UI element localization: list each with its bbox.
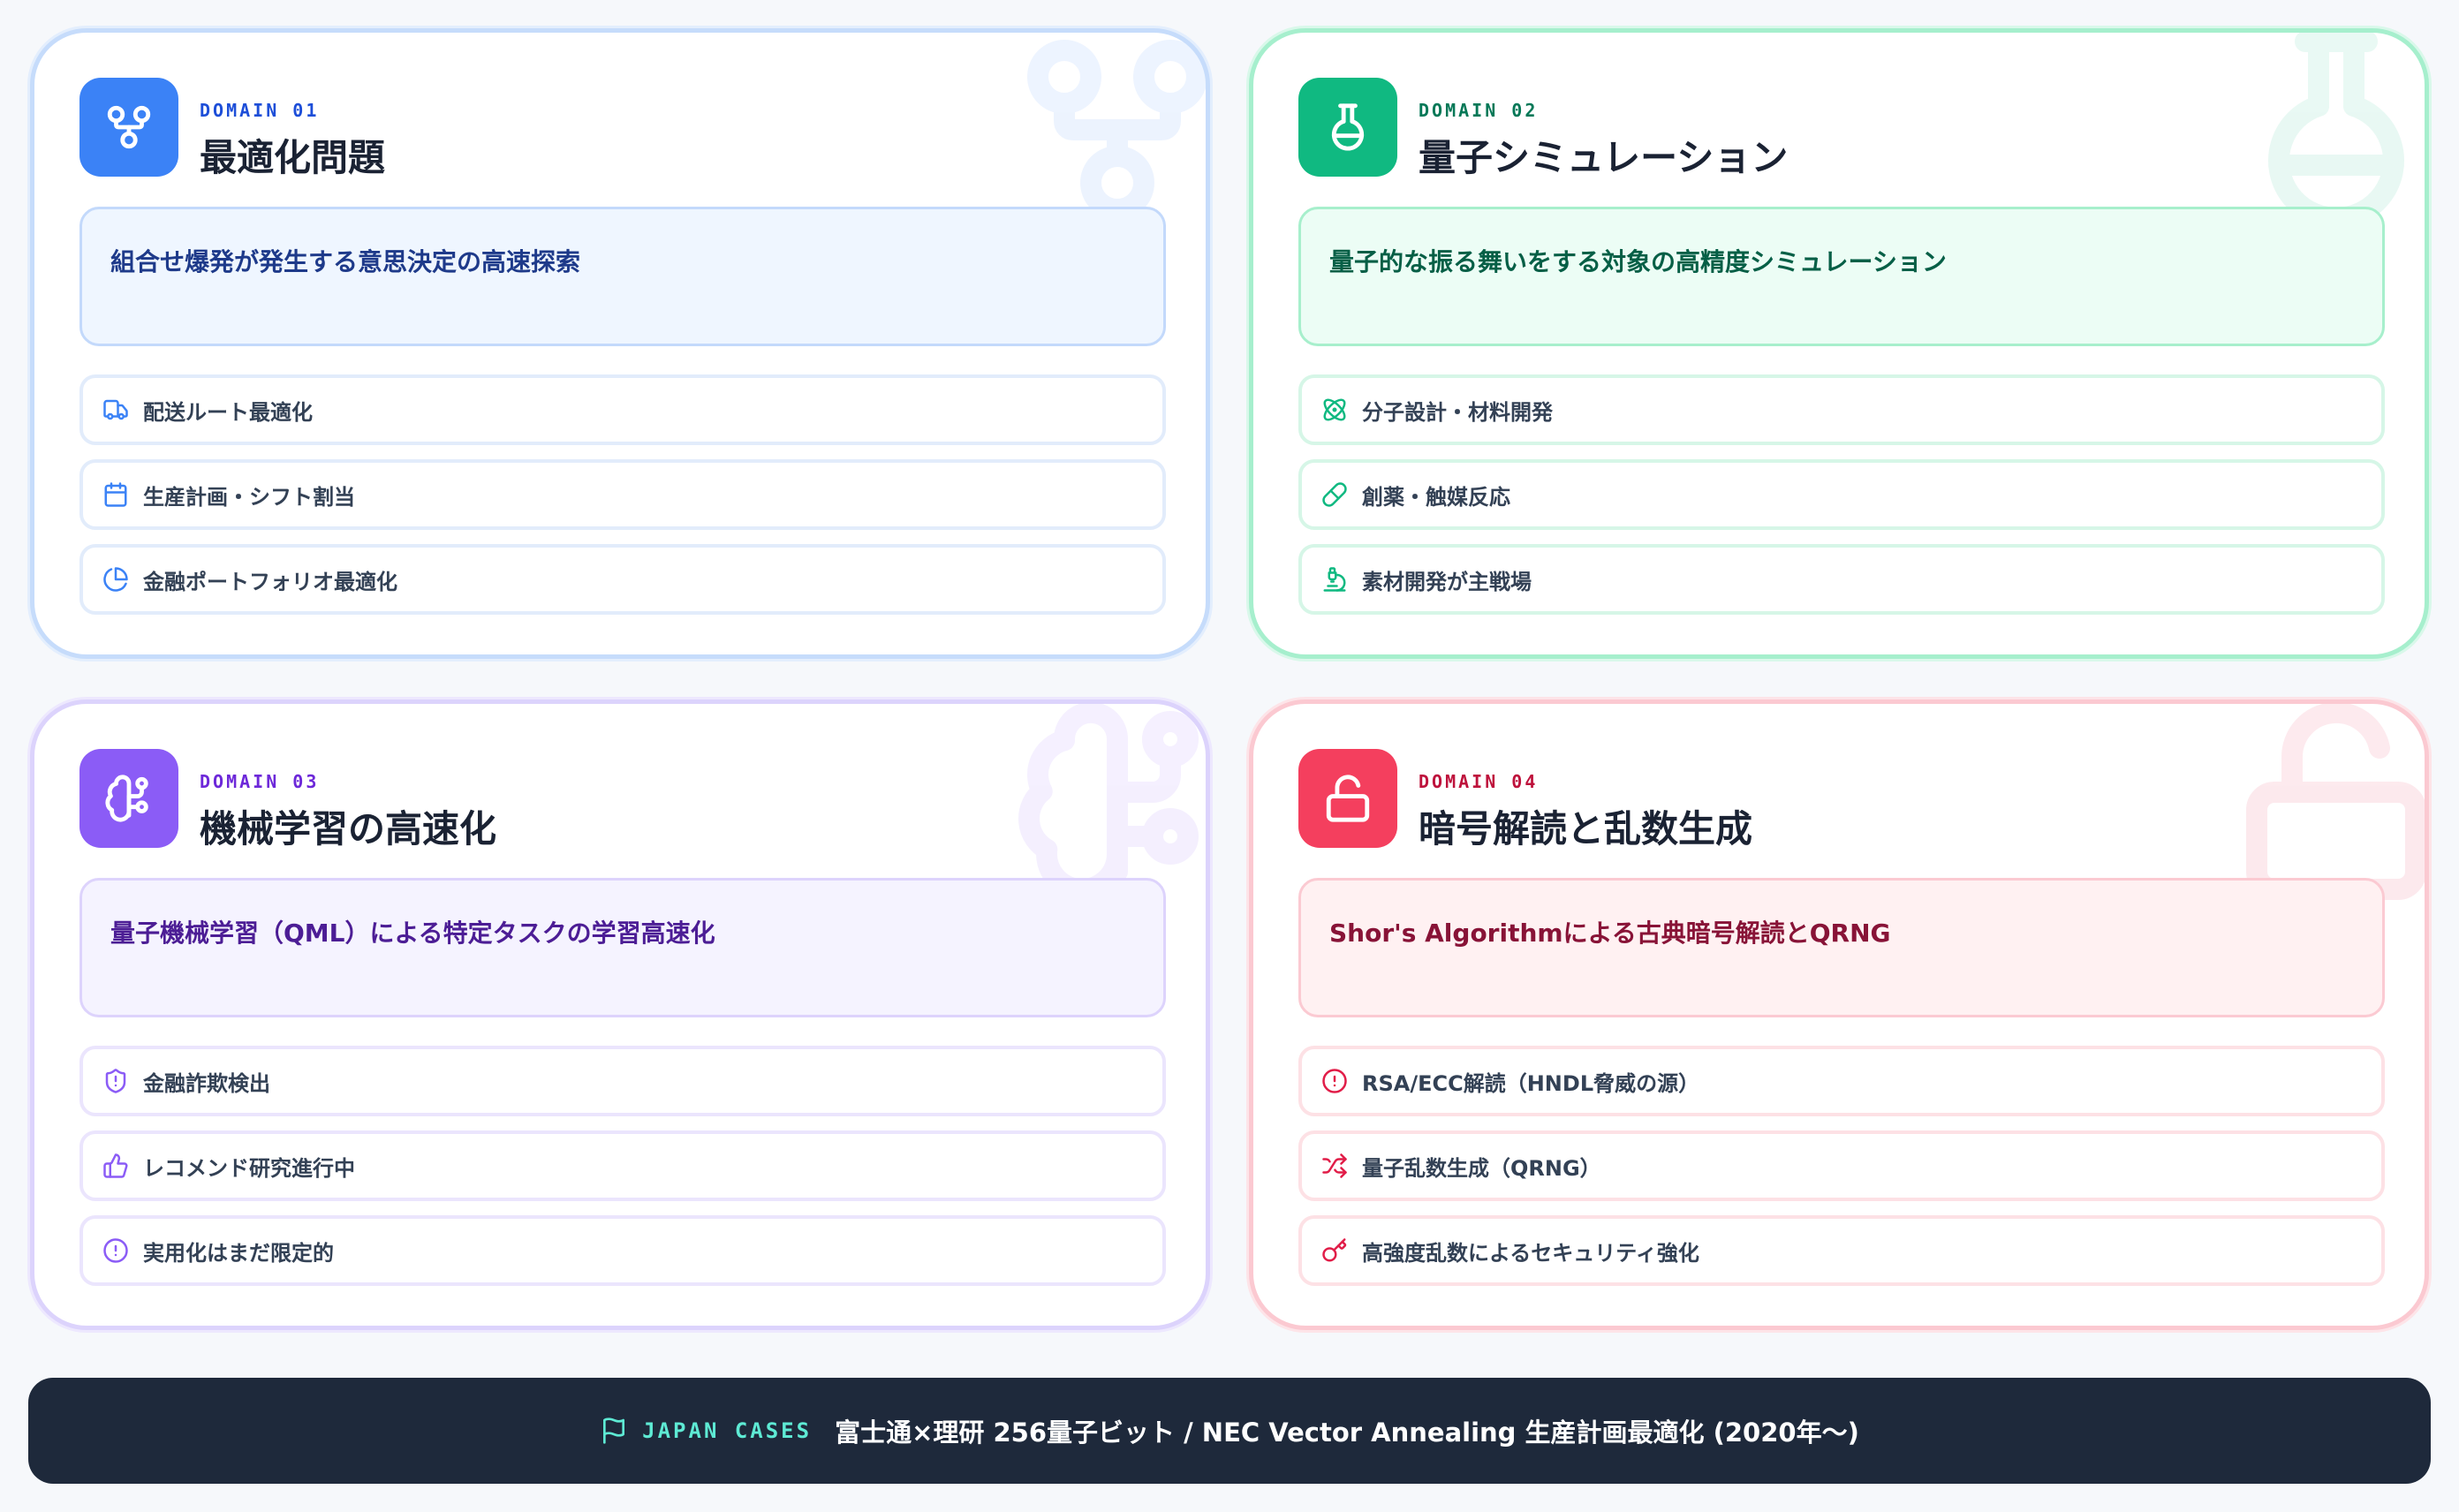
pie-chart-icon	[102, 566, 129, 593]
brain-icon	[1011, 704, 1206, 907]
list-item-label: 高強度乱数によるセキュリティ強化	[1362, 1240, 1699, 1266]
list-item: 金融詐欺検出	[79, 1046, 1166, 1116]
domain-title: 最適化問題	[200, 136, 386, 179]
calendar-icon	[102, 481, 129, 508]
list-item: 高強度乱数によるセキュリティ強化	[1298, 1215, 2385, 1286]
flask-icon	[1298, 78, 1397, 177]
domain-card-machine-learning: DOMAIN 03 機械学習の高速化 量子機械学習（QML）による特定タスクの学…	[30, 699, 1210, 1330]
domain-description: 量子的な振る舞いをする対象の高精度シミュレーション	[1298, 207, 2385, 346]
domain-card-optimization: DOMAIN 01 最適化問題 組合せ爆発が発生する意思決定の高速探索 配送ルー…	[30, 28, 1210, 659]
domain-title: 量子シミュレーション	[1419, 136, 1789, 179]
list-item: 素材開発が主戦場	[1298, 544, 2385, 615]
list-item-label: 素材開発が主戦場	[1362, 569, 1532, 594]
lock-open-icon	[2230, 704, 2425, 907]
truck-icon	[102, 397, 129, 423]
domain-card-cryptography: DOMAIN 04 暗号解読と乱数生成 Shor's Algorithmによる古…	[1249, 699, 2429, 1330]
flask-icon	[2230, 33, 2425, 236]
list-item-label: 生産計画・シフト割当	[143, 484, 355, 510]
thumbs-up-icon	[102, 1153, 129, 1179]
japan-cases-banner: JAPAN CASES 富士通×理研 256量子ビット / NEC Vector…	[28, 1378, 2431, 1484]
lock-open-icon	[1298, 749, 1397, 848]
list-item-label: 金融ポートフォリオ最適化	[143, 569, 397, 594]
domain-description: 組合せ爆発が発生する意思決定の高速探索	[79, 207, 1166, 346]
pill-icon	[1321, 481, 1348, 508]
domain-label: DOMAIN 03	[200, 771, 320, 792]
list-item-label: RSA/ECC解読（HNDL脅威の源）	[1362, 1070, 1700, 1096]
brain-icon	[79, 749, 178, 848]
microscope-icon	[1321, 566, 1348, 593]
list-item: 金融ポートフォリオ最適化	[79, 544, 1166, 615]
git-fork-icon	[79, 78, 178, 177]
shield-alert-icon	[102, 1068, 129, 1094]
domain-label: DOMAIN 04	[1419, 771, 1539, 792]
alert-circle-icon	[1321, 1068, 1348, 1094]
footer-text: 富士通×理研 256量子ビット / NEC Vector Annealing 生…	[835, 1418, 1859, 1448]
domain-card-quantum-simulation: DOMAIN 02 量子シミュレーション 量子的な振る舞いをする対象の高精度シミ…	[1249, 28, 2429, 659]
list-item: 創薬・触媒反応	[1298, 459, 2385, 530]
flag-icon	[600, 1417, 628, 1445]
list-item-label: 創薬・触媒反応	[1362, 484, 1510, 510]
footer-label: JAPAN CASES	[642, 1418, 813, 1443]
git-fork-icon	[1011, 33, 1206, 236]
list-item: 配送ルート最適化	[79, 374, 1166, 445]
key-icon	[1321, 1237, 1348, 1264]
list-item: 量子乱数生成（QRNG）	[1298, 1130, 2385, 1201]
list-item: RSA/ECC解読（HNDL脅威の源）	[1298, 1046, 2385, 1116]
atom-icon	[1321, 397, 1348, 423]
list-item: 分子設計・材料開発	[1298, 374, 2385, 445]
domain-description: Shor's Algorithmによる古典暗号解読とQRNG	[1298, 878, 2385, 1017]
list-item: 生産計画・シフト割当	[79, 459, 1166, 530]
alert-circle-icon	[102, 1237, 129, 1264]
domain-title: 暗号解読と乱数生成	[1419, 807, 1753, 850]
domain-label: DOMAIN 01	[200, 100, 320, 121]
list-item-label: 配送ルート最適化	[143, 399, 313, 425]
domain-label: DOMAIN 02	[1419, 100, 1539, 121]
list-item: 実用化はまだ限定的	[79, 1215, 1166, 1286]
list-item: レコメンド研究進行中	[79, 1130, 1166, 1201]
list-item-label: レコメンド研究進行中	[143, 1155, 355, 1181]
list-item-label: 金融詐欺検出	[143, 1070, 270, 1096]
shuffle-icon	[1321, 1153, 1348, 1179]
list-item-label: 量子乱数生成（QRNG）	[1362, 1155, 1601, 1181]
list-item-label: 分子設計・材料開発	[1362, 399, 1553, 425]
domain-title: 機械学習の高速化	[200, 807, 497, 850]
domain-description: 量子機械学習（QML）による特定タスクの学習高速化	[79, 878, 1166, 1017]
list-item-label: 実用化はまだ限定的	[143, 1240, 334, 1266]
